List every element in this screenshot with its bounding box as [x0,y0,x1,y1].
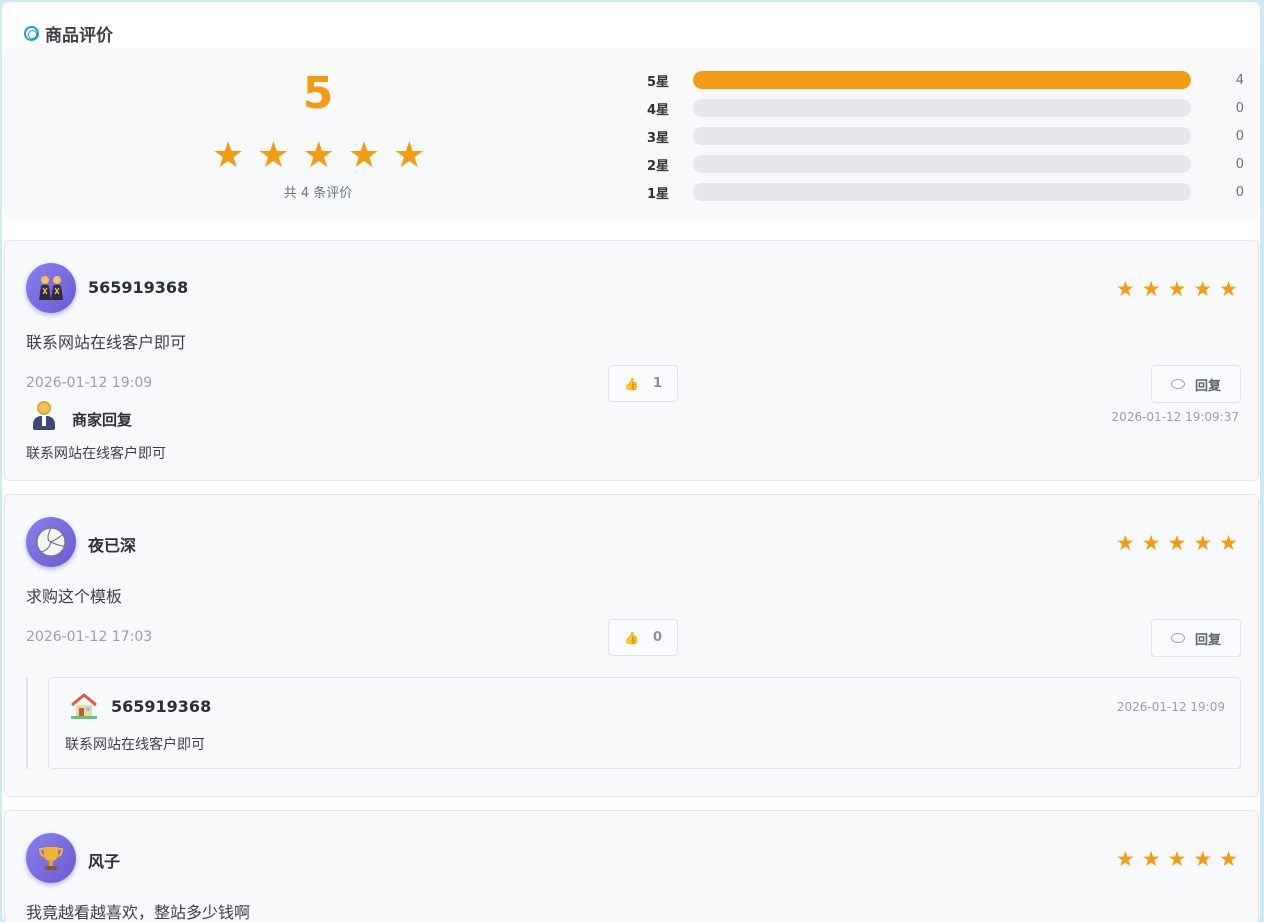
star-icon: ★ [1219,847,1238,871]
distribution-row-2: 2星 0 [647,154,1247,174]
star-icon: ★ [257,135,290,176]
distribution-bar [693,71,1191,89]
reviewer-name[interactable]: 565919368 [88,278,188,297]
rating-summary: 5 ★ ★ ★ ★ ★ 共 4 条评价 5星 4 4星 0 3星 0 2星 0 … [4,48,1258,220]
review-content: 联系网站在线客户即可 [26,333,187,352]
distribution-row-1: 1星 0 [647,182,1247,202]
star-icon: ★ [1193,531,1213,555]
star-icon: ★ [1141,531,1161,555]
review-date: 2026-01-12 17:03 [26,629,153,645]
reviewer-name[interactable]: 风子 [88,848,120,872]
reviews-panel: 商品评价 5 ★ ★ ★ ★ ★ 共 4 条评价 5星 4 4星 0 3星 0 … [2,2,1260,922]
section-title: 商品评价 [45,25,113,46]
thumbs-up-icon: 👍 [624,376,639,391]
distribution-label: 4星 [647,102,670,118]
reply-button[interactable]: 回复 [1151,365,1241,403]
total-review-count: 共 4 条评价 [283,186,353,201]
star-icon: ★ [1193,277,1213,301]
star-icon: ★ [1167,277,1187,301]
distribution-count: 0 [1235,128,1244,144]
distribution-count: 4 [1235,72,1244,88]
distribution-label: 2星 [647,158,670,174]
distribution-fill [693,71,1191,89]
distribution-count: 0 [1235,156,1244,172]
like-button[interactable]: 👍 0 [608,619,678,656]
star-icon: ★ [1219,531,1238,555]
merchant-reply-date: 2026-01-12 19:09:37 [1111,410,1239,424]
section-header: 商品评价 [24,20,113,46]
distribution-bar [693,99,1191,117]
review-stars: ★ ★ ★ ★ ★ [1116,848,1238,870]
merchant-reply-text: 联系网站在线客户即可 [26,446,166,462]
review-card: 风子 ★ ★ ★ ★ ★ 我竟越看越喜欢，整站多少钱啊 [4,810,1259,922]
distribution-label: 5星 [647,74,670,90]
like-count: 1 [652,376,662,391]
user-avatar[interactable] [26,263,76,313]
house-icon [71,693,97,719]
reply-date: 2026-01-12 19:09 [1116,700,1225,714]
distribution-label: 1星 [647,186,670,202]
review-date: 2026-01-12 19:09 [26,375,153,391]
reply-thread-line [26,677,28,769]
target-icon [24,25,39,41]
reply-label: 回复 [1194,632,1221,648]
star-icon: ★ [1115,847,1135,871]
star-icon: ★ [393,135,426,176]
review-card: 565919368 ★ ★ ★ ★ ★ 联系网站在线客户即可 2026-01-1… [4,240,1259,481]
nested-reply: 565919368 2026-01-12 19:09 联系网站在线客户即可 [48,677,1241,769]
reply-label: 回复 [1194,378,1221,394]
star-icon: ★ [1167,531,1187,555]
like-count: 0 [652,630,662,645]
distribution-row-5: 5星 4 [647,70,1247,90]
distribution-row-4: 4星 0 [647,98,1247,118]
like-button[interactable]: 👍 1 [608,365,678,402]
star-icon: ★ [212,135,245,176]
star-icon: ★ [347,135,381,176]
volleyball-icon [36,527,66,557]
reviewer-name[interactable]: 夜已深 [88,532,136,556]
reply-author[interactable]: 565919368 [111,697,211,716]
star-icon: ★ [1167,847,1187,871]
distribution-count: 0 [1235,100,1244,116]
comment-icon [1170,633,1185,643]
trophy-icon [38,847,64,870]
distribution-count: 0 [1235,184,1244,200]
reply-text: 联系网站在线客户即可 [65,737,205,753]
review-stars: ★ ★ ★ ★ ★ [1116,278,1238,300]
star-icon: ★ [1115,531,1135,555]
reply-button[interactable]: 回复 [1151,619,1241,657]
star-icon: ★ [302,135,335,176]
average-stars: ★ ★ ★ ★ ★ [212,136,425,176]
comment-icon [1170,379,1185,389]
star-icon: ★ [1115,277,1135,301]
star-icon: ★ [1219,277,1238,301]
thumbs-up-icon: 👍 [624,630,639,645]
distribution-bar [693,155,1191,173]
star-icon: ★ [1141,847,1161,871]
star-icon: ★ [1141,277,1161,301]
distribution-row-3: 3星 0 [647,126,1247,146]
distribution-bar [693,127,1191,145]
merchant-icon [32,401,56,431]
distribution-bar [693,183,1191,201]
review-content: 求购这个模板 [26,587,123,606]
user-avatar[interactable] [26,517,76,567]
user-avatar[interactable] [26,833,76,883]
average-score: 5 [302,68,334,119]
distribution-label: 3星 [647,130,670,146]
people-icon [39,276,63,300]
merchant-reply-label: 商家回复 [72,411,133,429]
review-card: 夜已深 ★ ★ ★ ★ ★ 求购这个模板 2026-01-12 17:03 👍 … [4,494,1259,797]
review-stars: ★ ★ ★ ★ ★ [1116,532,1238,554]
star-icon: ★ [1193,847,1213,871]
